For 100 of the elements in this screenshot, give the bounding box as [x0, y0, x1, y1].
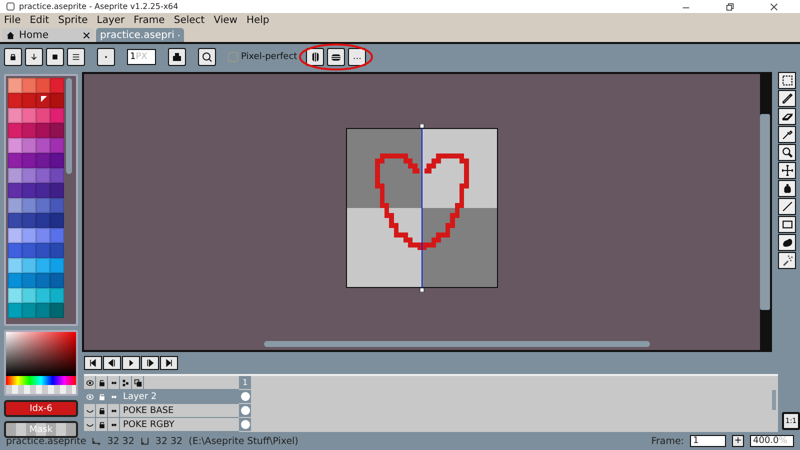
first-frame-button[interactable] — [84, 356, 102, 370]
menu-item[interactable]: Edit — [30, 15, 50, 26]
foreground-color-button[interactable]: Idx-6 — [4, 400, 78, 417]
palette-swatch[interactable] — [22, 108, 36, 123]
fill-tool[interactable] — [778, 180, 796, 197]
palette-swatch[interactable] — [22, 243, 36, 258]
palette-swatch[interactable] — [22, 288, 36, 303]
palette-swatch[interactable] — [36, 168, 50, 183]
palette-swatch[interactable] — [36, 288, 50, 303]
line-tool[interactable] — [778, 198, 796, 215]
palette-swatch[interactable] — [22, 78, 36, 93]
palette-swatch[interactable] — [8, 258, 22, 273]
palette-swatch[interactable] — [50, 213, 64, 228]
palette-swatch[interactable] — [8, 93, 22, 108]
brush-type-button[interactable] — [97, 48, 115, 66]
palette-swatch[interactable] — [36, 183, 50, 198]
spray-tool[interactable] — [778, 252, 796, 269]
palette-swatch[interactable] — [8, 228, 22, 243]
rectangle-tool[interactable] — [778, 216, 796, 233]
palette-swatch[interactable] — [36, 273, 50, 288]
palette-swatch[interactable] — [36, 258, 50, 273]
palette-swatch[interactable] — [36, 153, 50, 168]
symmetry-line[interactable] — [419, 124, 425, 292]
frame-field[interactable]: 1 — [690, 435, 726, 447]
palette-swatch[interactable] — [50, 198, 64, 213]
marquee-tool[interactable] — [778, 72, 796, 89]
palette-swatch[interactable] — [36, 198, 50, 213]
brush-size-field[interactable]: 1PX — [127, 49, 156, 65]
zoom-field[interactable]: 400.0% — [750, 435, 794, 447]
palette-swatch[interactable] — [22, 153, 36, 168]
pencil-tool[interactable] — [778, 90, 796, 107]
menu-item[interactable]: File — [4, 15, 21, 26]
zoom-tool[interactable] — [778, 144, 796, 161]
scrollbar-thumb[interactable] — [264, 341, 650, 347]
palette-swatch[interactable] — [50, 273, 64, 288]
palette-swatch[interactable] — [36, 243, 50, 258]
palette-swatch[interactable] — [22, 198, 36, 213]
palette-swatch[interactable] — [50, 93, 64, 108]
palette-swatch[interactable] — [36, 78, 50, 93]
palette-swatch[interactable] — [22, 273, 36, 288]
palette-swatch[interactable] — [36, 303, 50, 318]
palette-swatch[interactable] — [36, 93, 50, 108]
palette-swatch[interactable] — [50, 123, 64, 138]
palette-swatch[interactable] — [22, 123, 36, 138]
palette-swatch[interactable] — [50, 153, 64, 168]
cel[interactable] — [239, 404, 251, 418]
scrollbar-thumb[interactable] — [66, 78, 72, 174]
palette-swatch[interactable] — [36, 213, 50, 228]
palette-swatch[interactable] — [50, 288, 64, 303]
contour-tool[interactable] — [778, 234, 796, 251]
lines-button[interactable] — [67, 48, 85, 66]
palette-swatch[interactable] — [22, 303, 36, 318]
palette-swatch[interactable] — [36, 138, 50, 153]
palette-swatch[interactable] — [50, 78, 64, 93]
palette-swatch[interactable] — [50, 168, 64, 183]
palette-swatch[interactable] — [8, 183, 22, 198]
palette-swatch[interactable] — [8, 303, 22, 318]
palette-swatch[interactable] — [8, 138, 22, 153]
palette-swatch[interactable] — [8, 153, 22, 168]
tab[interactable]: Home — [2, 28, 94, 42]
menu-item[interactable]: Layer — [96, 15, 125, 26]
menu-item[interactable]: View — [214, 15, 238, 26]
last-frame-button[interactable] — [160, 356, 178, 370]
previous-frame-button[interactable] — [103, 356, 121, 370]
palette-swatch[interactable] — [8, 273, 22, 288]
palette-swatch[interactable] — [22, 138, 36, 153]
palette-swatch[interactable] — [8, 288, 22, 303]
eyedropper-tool[interactable] — [778, 126, 796, 143]
palette-swatch[interactable] — [50, 228, 64, 243]
palette-swatch[interactable] — [8, 243, 22, 258]
palette-swatch[interactable] — [50, 303, 64, 318]
eraser-tool[interactable] — [778, 108, 796, 125]
horizontal-symmetry-button[interactable] — [327, 48, 346, 66]
menu-item[interactable]: Help — [246, 15, 270, 26]
scrollbar-thumb[interactable] — [772, 390, 776, 410]
move-tool[interactable] — [778, 162, 796, 179]
palette-swatch[interactable] — [36, 228, 50, 243]
palette-swatch[interactable] — [22, 168, 36, 183]
color-picker[interactable] — [4, 330, 78, 396]
menu-item[interactable]: Frame — [134, 15, 165, 26]
cel[interactable] — [239, 390, 251, 404]
cel[interactable] — [239, 418, 251, 432]
palette-swatch[interactable] — [22, 93, 36, 108]
add-frame-button[interactable]: + — [732, 435, 744, 447]
palette-swatch[interactable] — [8, 108, 22, 123]
palette-swatch[interactable] — [36, 123, 50, 138]
palette-swatch[interactable] — [50, 108, 64, 123]
layer-row[interactable]: POKE RGBY — [84, 418, 239, 432]
palette-swatch[interactable] — [50, 183, 64, 198]
menu-item[interactable]: Select — [174, 15, 205, 26]
next-frame-button[interactable] — [141, 356, 159, 370]
palette-swatch[interactable] — [22, 213, 36, 228]
vertical-symmetry-button[interactable] — [306, 48, 324, 66]
palette-swatch[interactable] — [8, 213, 22, 228]
pixel-perfect-checkbox[interactable] — [228, 52, 238, 62]
menu-item[interactable]: Sprite — [58, 15, 88, 26]
palette-swatch[interactable] — [50, 258, 64, 273]
palette-swatch[interactable] — [50, 243, 64, 258]
lock-button[interactable] — [4, 48, 22, 66]
more-options-button[interactable]: ... — [348, 48, 366, 66]
